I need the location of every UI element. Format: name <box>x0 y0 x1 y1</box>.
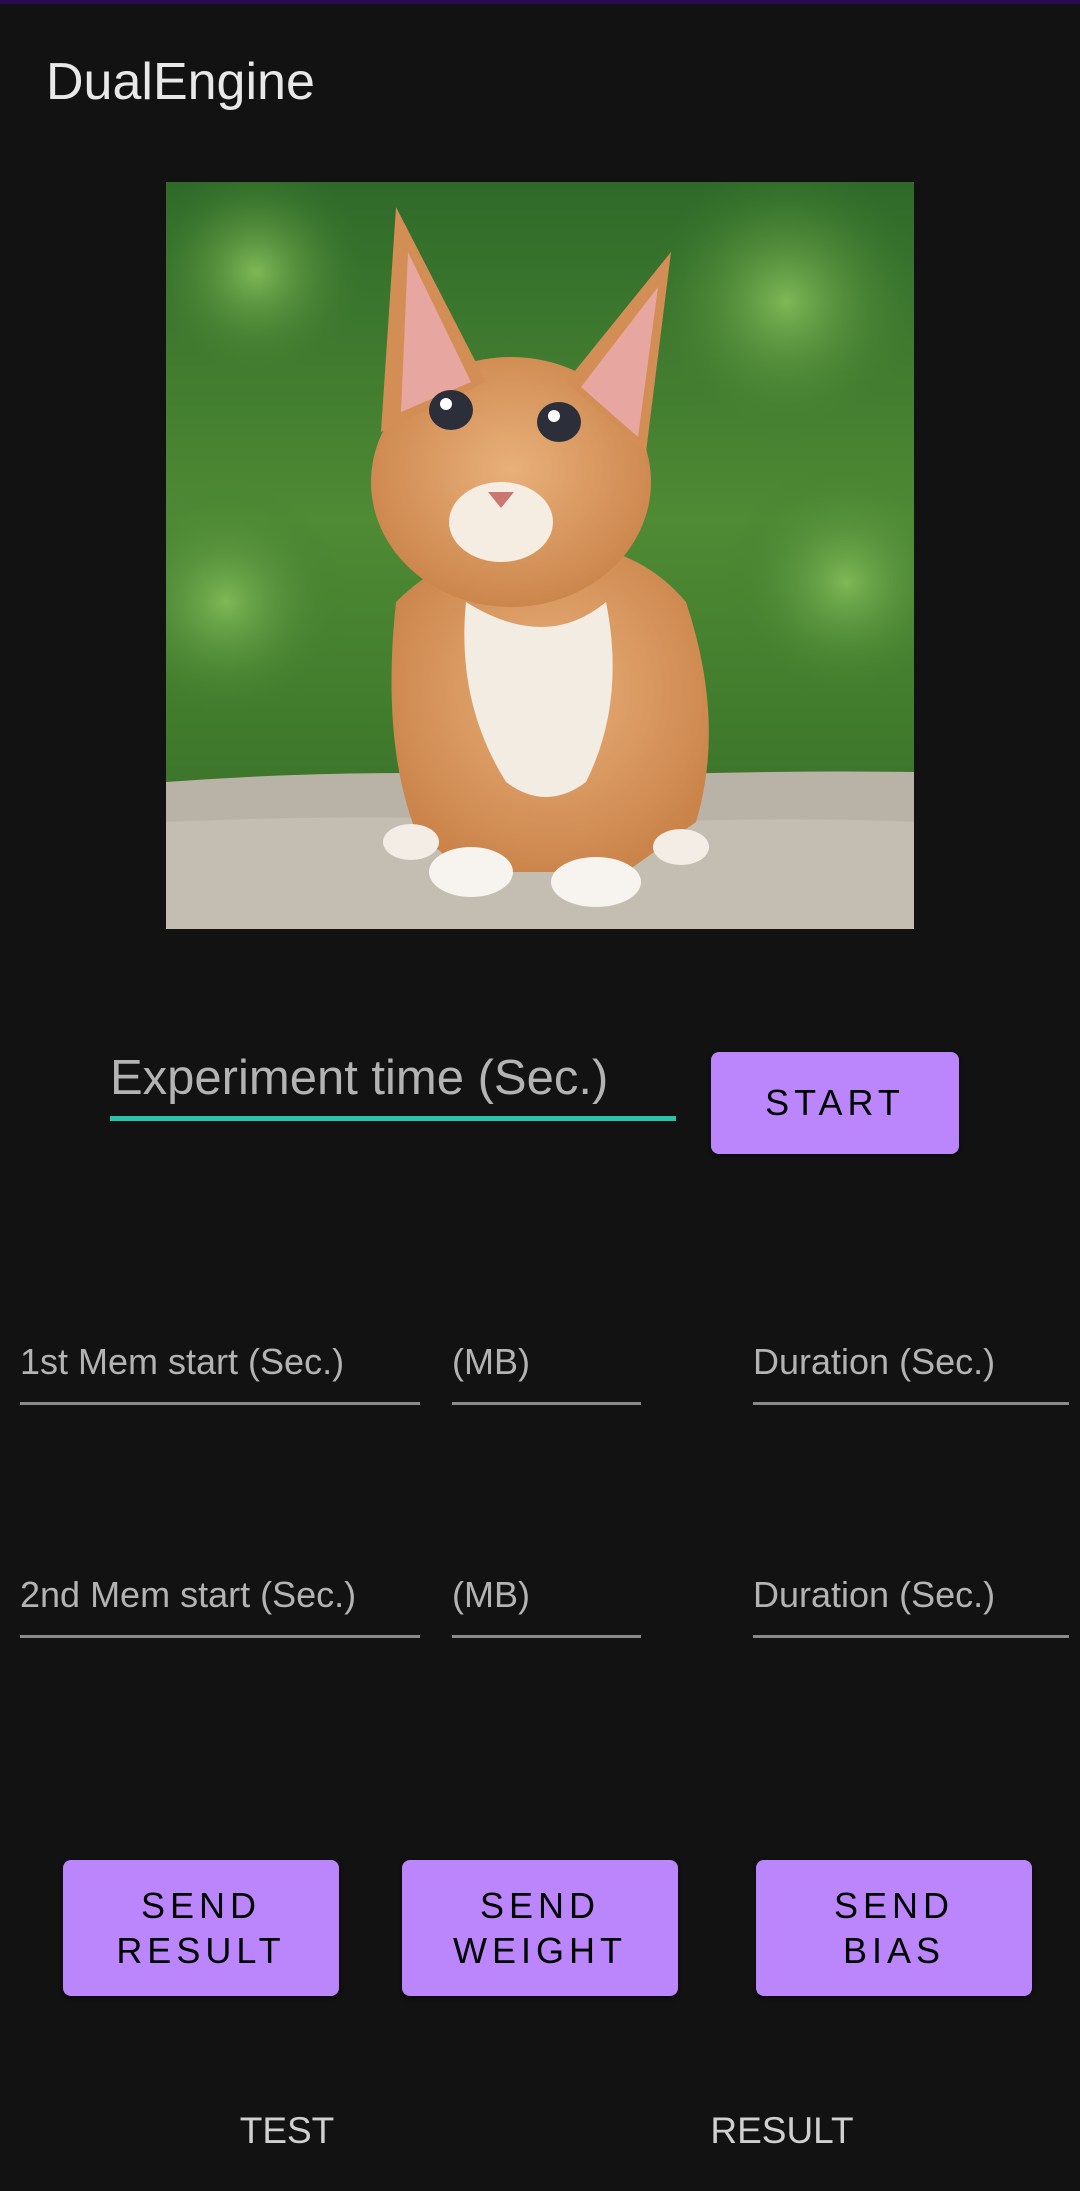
tab-test[interactable]: TEST <box>137 2110 437 2152</box>
app-title: DualEngine <box>46 53 315 111</box>
send-weight-button[interactable]: SEND WEIGHT <box>402 1860 678 1996</box>
mem2-duration-field[interactable] <box>753 1555 1069 1638</box>
start-button[interactable]: START <box>711 1052 959 1154</box>
mem1-mb-input[interactable] <box>452 1322 641 1402</box>
mem2-duration-input[interactable] <box>753 1555 1069 1635</box>
send-result-button[interactable]: SEND RESULT <box>63 1860 339 1996</box>
status-bar-strip <box>0 0 1080 4</box>
experiment-time-field[interactable] <box>110 1040 676 1121</box>
kitten-image <box>166 182 914 929</box>
mem2-mb-field[interactable] <box>452 1555 641 1638</box>
send-bias-button[interactable]: SEND BIAS <box>756 1860 1032 1996</box>
experiment-time-input[interactable] <box>110 1040 676 1116</box>
mem1-duration-input[interactable] <box>753 1322 1069 1402</box>
mem1-start-field[interactable] <box>20 1322 420 1405</box>
tab-result[interactable]: RESULT <box>632 2110 932 2152</box>
mem2-start-field[interactable] <box>20 1555 420 1638</box>
mem1-duration-field[interactable] <box>753 1322 1069 1405</box>
mem1-start-input[interactable] <box>20 1322 420 1402</box>
mem2-start-input[interactable] <box>20 1555 420 1635</box>
mem2-mb-input[interactable] <box>452 1555 641 1635</box>
mem1-mb-field[interactable] <box>452 1322 641 1405</box>
